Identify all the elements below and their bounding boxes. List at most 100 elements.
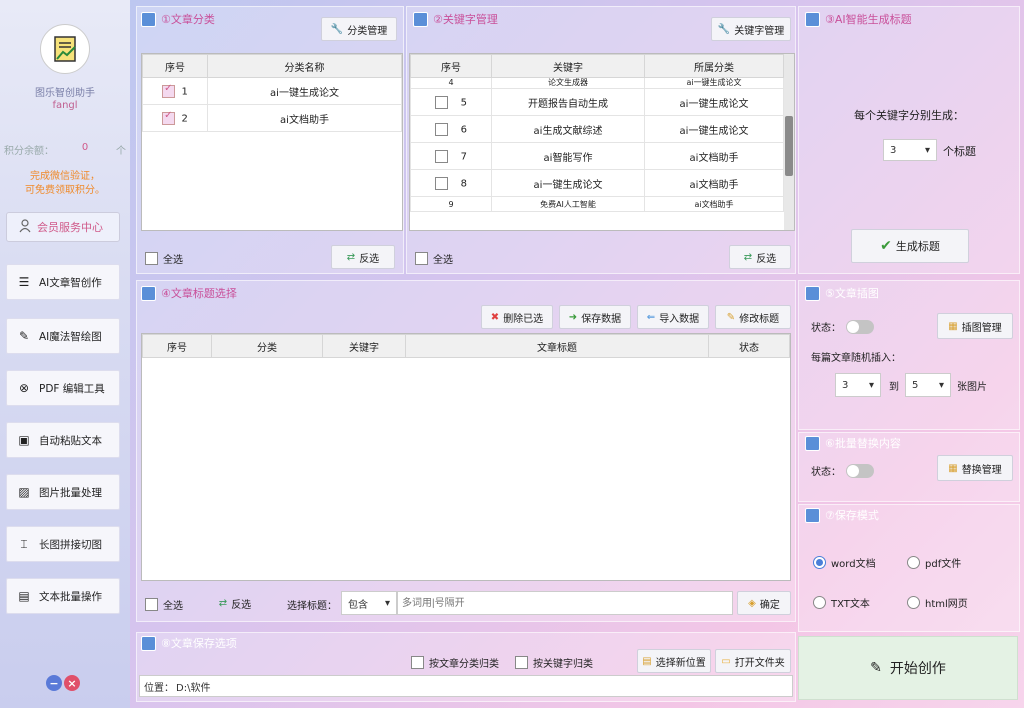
row-checkbox[interactable] [434, 95, 448, 109]
button-label: 替换管理 [961, 464, 1002, 476]
text-batch-icon: ▤ [18, 589, 30, 603]
minimize-icon[interactable]: − [46, 675, 62, 691]
save-format-panel-title: ⑦保存模式 [805, 507, 879, 523]
replace-manage-button[interactable]: ▦ 替换管理 [937, 455, 1013, 481]
import-data-button[interactable]: ⇐ 导入数据 [637, 305, 709, 329]
start-creation-button[interactable]: ✎ 开始创作 [798, 636, 1018, 700]
title-generation-panel-title: ③AI智能生成标题 [805, 11, 912, 27]
option-label: TXT文本 [831, 599, 870, 610]
group-by-keyword-checkbox[interactable] [515, 656, 528, 669]
keyword-manage-button[interactable]: 🔧 关键字管理 [711, 17, 791, 41]
row-name: ai一键生成论文 [207, 77, 402, 105]
row-checkbox[interactable] [162, 110, 176, 125]
scrollbar-thumb[interactable] [785, 116, 793, 176]
nav-image-batch[interactable]: ▨ 图片批量处理 [6, 474, 120, 510]
title-invert-button[interactable]: ⇄ 反选 [205, 591, 265, 615]
row-index-cell: 7 [410, 142, 492, 170]
filter-confirm-button[interactable]: ◈ 确定 [737, 591, 791, 615]
points-label: 积分余额： [4, 146, 54, 157]
keyword-select-all[interactable]: 全选 [415, 251, 453, 266]
max-images-select[interactable]: 5 ▾ [905, 373, 951, 397]
illustration-toggle[interactable] [846, 319, 874, 334]
keyword-scrollbar[interactable] [784, 54, 794, 230]
group-by-category[interactable]: 按文章分类归类 [411, 655, 499, 670]
nav-text-batch[interactable]: ▤ 文本批量操作 [6, 578, 120, 614]
row-category: ai文档助手 [644, 142, 784, 170]
row-checkbox[interactable] [434, 176, 448, 190]
keyword-invert-button[interactable]: ⇄ 反选 [729, 245, 791, 269]
table-row[interactable]: 6 ai生成文献综述 ai一键生成论文 [410, 115, 784, 143]
row-checkbox[interactable] [162, 83, 176, 98]
category-manage-button[interactable]: 🔧 分类管理 [321, 17, 397, 41]
points-value: 0 [81, 142, 89, 153]
replace-panel-title: ⑥批量替换内容 [805, 435, 901, 451]
chart-logo-icon [54, 36, 76, 62]
row-index-cell: 6 [410, 115, 492, 143]
images-unit: 张图片 [957, 382, 987, 393]
min-images-select[interactable]: 3 ▾ [835, 373, 881, 397]
choose-location-button[interactable]: ▤ 选择新位置 [637, 649, 711, 673]
key-icon [413, 11, 428, 27]
select-all-checkbox[interactable] [415, 252, 428, 265]
title-count-select[interactable]: 3 ▾ [883, 139, 937, 161]
format-option-html[interactable]: html网页 [907, 595, 968, 610]
column-header: 序号 [142, 334, 212, 358]
save-data-button[interactable]: ➜ 保存数据 [559, 305, 631, 329]
close-icon[interactable]: × [64, 675, 80, 691]
title-select-all[interactable]: 全选 [145, 597, 183, 612]
nav-long-image[interactable]: ⌶ 长图拼接切图 [6, 526, 120, 562]
group-by-category-checkbox[interactable] [411, 656, 424, 669]
promo-text[interactable]: 完成微信验证， 可免费领取积分。 [0, 170, 130, 198]
shuffle-icon: ⇄ [346, 251, 356, 263]
save-location-field[interactable]: 位置： D:\软件 [139, 675, 793, 697]
row-checkbox[interactable] [434, 122, 448, 136]
category-panel: ①文章分类 🔧 分类管理 序号 分类名称 1 ai一键生成论文 2 ai文档助手… [136, 6, 404, 274]
chevron-down-icon: ▾ [868, 379, 874, 391]
open-folder-button[interactable]: ▭ 打开文件夹 [715, 649, 791, 673]
generate-title-button[interactable]: ✔ 生成标题 [851, 229, 969, 263]
table-row[interactable]: 5 开题报告自动生成 ai一键生成论文 [410, 88, 784, 116]
button-label: 确定 [759, 599, 780, 611]
radio-button[interactable] [907, 556, 920, 569]
row-keyword: ai一键生成论文 [491, 169, 645, 197]
member-center-button[interactable]: 会员服务中心 [6, 212, 120, 242]
format-option-word[interactable]: word文档 [813, 555, 876, 570]
table-row[interactable]: 8 ai一键生成论文 ai文档助手 [410, 169, 784, 197]
table-row[interactable]: 4 论文生成器 ai一键生成论文 [410, 77, 784, 89]
table-row[interactable]: 1 ai一键生成论文 [142, 77, 402, 105]
select-all-checkbox[interactable] [145, 252, 158, 265]
button-label: 保存数据 [581, 313, 622, 325]
nav-auto-paste[interactable]: ▣ 自动粘贴文本 [6, 422, 120, 458]
replace-status: 状态： [811, 463, 874, 478]
table-row[interactable]: 2 ai文档助手 [142, 104, 402, 132]
radio-button[interactable] [813, 556, 826, 569]
category-select-all[interactable]: 全选 [145, 251, 183, 266]
replace-toggle[interactable] [846, 463, 874, 478]
illustration-manage-button[interactable]: ▦ 插图管理 [937, 313, 1013, 339]
table-row[interactable]: 7 ai智能写作 ai文档助手 [410, 142, 784, 170]
column-header: 关键字 [322, 334, 406, 358]
format-option-txt[interactable]: TXT文本 [813, 595, 870, 610]
radio-button[interactable] [813, 596, 826, 609]
table-row[interactable]: 9 免费AI人工智能 ai文档助手 [410, 196, 784, 212]
filter-input[interactable] [397, 591, 733, 615]
select-all-checkbox[interactable] [145, 598, 158, 611]
option-label: 按关键字归类 [533, 659, 593, 670]
nav-article-creation[interactable]: ☰ AI文章智创作 [6, 264, 120, 300]
group-by-keyword[interactable]: 按关键字归类 [515, 655, 593, 670]
document-icon [141, 11, 156, 27]
app-logo [40, 24, 90, 74]
keyword-table: 序号 关键字 所属分类 4 论文生成器 ai一键生成论文 5 开题报告自动生成 … [409, 53, 795, 231]
option-label: 按文章分类归类 [429, 659, 499, 670]
panel-title-text: ②关键字管理 [433, 13, 498, 26]
radio-button[interactable] [907, 596, 920, 609]
nav-pdf-tool[interactable]: ⊗ PDF 编辑工具 [6, 370, 120, 406]
delete-selected-button[interactable]: ✖ 删除已选 [481, 305, 553, 329]
row-index: 5 [460, 97, 468, 108]
format-option-pdf[interactable]: pdf文件 [907, 555, 961, 570]
category-invert-button[interactable]: ⇄ 反选 [331, 245, 395, 269]
row-checkbox[interactable] [434, 149, 448, 163]
nav-magic-draw[interactable]: ✎ AI魔法智绘图 [6, 318, 120, 354]
filter-mode-select[interactable]: 包含 ▾ [341, 591, 397, 615]
edit-title-button[interactable]: ✎ 修改标题 [715, 305, 791, 329]
